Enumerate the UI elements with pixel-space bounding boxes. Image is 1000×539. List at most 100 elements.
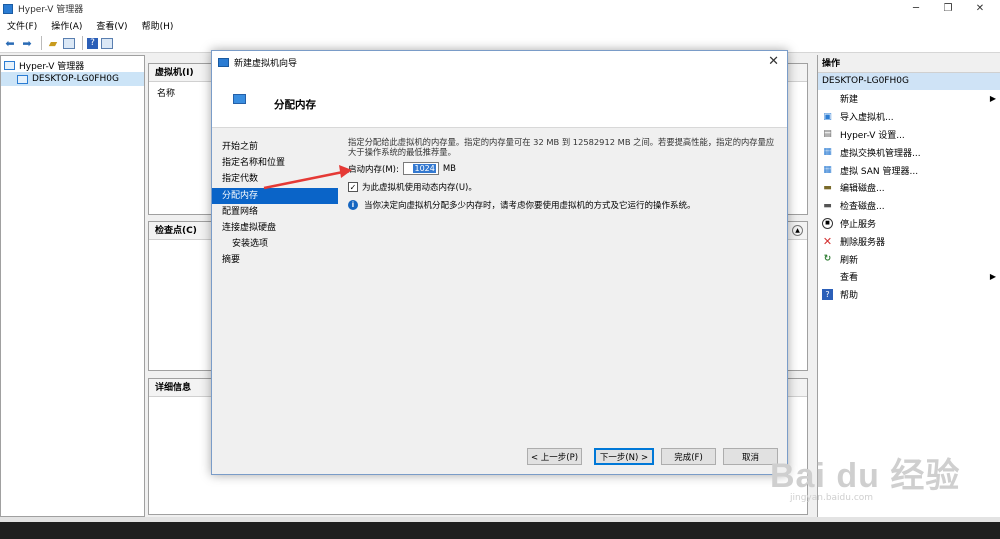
action-label: 查看: [840, 273, 859, 284]
startup-memory-input[interactable]: 1024: [402, 162, 439, 175]
info-icon: i: [348, 200, 358, 210]
watermark: Bai du 经验 jingyan.baidu.com: [770, 448, 960, 503]
stop-icon: ■: [822, 217, 833, 229]
toolbar-divider: [41, 36, 42, 50]
hyperv-manager-icon: [4, 60, 15, 70]
window-title: Hyper-V 管理器: [18, 5, 84, 15]
page-title: 分配内存: [274, 99, 316, 111]
action-label: 导入虚拟机...: [840, 113, 894, 124]
console-tree: Hyper-V 管理器 DESKTOP-LG0FH0G: [0, 55, 145, 517]
memory-description: 指定分配给此虚拟机的内存量。指定的内存量可在 32 MB 到 12582912 …: [348, 137, 775, 157]
menu-action[interactable]: 操作(A): [44, 19, 89, 32]
action-refresh[interactable]: ↻ 刷新: [818, 250, 1000, 268]
startup-memory-row: 启动内存(M): 1024 MB: [348, 162, 778, 175]
dynamic-memory-row: ✓ 为此虚拟机使用动态内存(U)。: [348, 181, 778, 193]
dialog-footer: < 上一步(P) 下一步(N) > 完成(F) 取消: [338, 433, 787, 475]
action-label: Hyper-V 设置...: [840, 130, 905, 141]
action-inspect-disk[interactable]: ▬ 检查磁盘...: [818, 197, 1000, 215]
status-bar: [0, 517, 1000, 522]
taskbar: [0, 517, 1000, 539]
step-summary[interactable]: 摘要: [212, 252, 338, 268]
step-virtual-disk[interactable]: 连接虚拟硬盘: [212, 220, 338, 236]
title-bar: Hyper-V 管理器 ─ ❐ ✕: [0, 0, 1000, 17]
tree-host-label: DESKTOP-LG0FH0G: [32, 74, 119, 84]
prev-button[interactable]: < 上一步(P): [527, 448, 582, 465]
edit-disk-icon: ▬: [823, 182, 832, 193]
action-view[interactable]: 查看 ▶: [818, 268, 1000, 286]
actions-host: DESKTOP-LG0FH0G: [818, 73, 1000, 90]
action-pane-icon[interactable]: [101, 37, 113, 49]
startup-memory-label: 启动内存(M):: [348, 164, 399, 175]
switch-icon: ▦: [823, 147, 832, 158]
minimize-button[interactable]: ─: [898, 0, 934, 17]
dialog-title: 新建虚拟机向导: [234, 58, 298, 69]
step-generation[interactable]: 指定代数: [212, 171, 338, 187]
next-button[interactable]: 下一步(N) >: [594, 448, 654, 465]
new-vm-wizard-dialog: 新建虚拟机向导 ✕ 分配内存 开始之前 指定名称和位置 指定代数 分配内存 配置…: [211, 50, 788, 475]
action-label: 编辑磁盘...: [840, 184, 885, 195]
wizard-steps: 开始之前 指定名称和位置 指定代数 分配内存 配置网络 连接虚拟硬盘 安装选项 …: [212, 128, 338, 474]
action-label: 删除服务器: [840, 237, 886, 248]
action-virtual-san-manager[interactable]: ▦ 虚拟 SAN 管理器...: [818, 161, 1000, 179]
action-remove-server[interactable]: ✕ 删除服务器: [818, 232, 1000, 250]
import-icon: ▣: [823, 111, 832, 122]
dialog-page-header: 分配内存: [212, 73, 787, 128]
server-icon: [17, 74, 28, 84]
submenu-arrow-icon: ▶: [989, 94, 996, 104]
action-stop-service[interactable]: ■ 停止服务: [818, 215, 1000, 233]
dynamic-memory-label: 为此虚拟机使用动态内存(U)。: [362, 183, 477, 193]
tree-root-label: Hyper-V 管理器: [19, 61, 85, 72]
forward-arrow-icon[interactable]: ➡: [20, 36, 34, 50]
step-before-you-begin[interactable]: 开始之前: [212, 139, 338, 155]
inspect-disk-icon: ▬: [823, 200, 832, 211]
watermark-brand: Bai du 经验: [770, 457, 961, 495]
step-assign-memory[interactable]: 分配内存: [212, 187, 338, 204]
actions-header: 操作: [818, 55, 1000, 73]
back-arrow-icon[interactable]: ⬅: [3, 36, 17, 50]
delete-icon: ✕: [822, 234, 833, 248]
menu-view[interactable]: 查看(V): [89, 19, 134, 32]
action-label: 帮助: [840, 291, 859, 302]
finish-button[interactable]: 完成(F): [661, 448, 716, 465]
action-new[interactable]: 新建 ▶: [818, 90, 1000, 108]
memory-info-row: i 当你决定向虚拟机分配多少内存时，请考虑你要使用虚拟机的方式及它运行的操作系统…: [348, 199, 778, 211]
dynamic-memory-checkbox[interactable]: ✓: [348, 182, 358, 192]
action-virtual-switch-manager[interactable]: ▦ 虚拟交换机管理器...: [818, 143, 1000, 161]
wizard-content: 指定分配给此虚拟机的内存量。指定的内存量可在 32 MB 到 12582912 …: [348, 137, 778, 211]
menu-file[interactable]: 文件(F): [0, 19, 44, 32]
action-label: 刷新: [840, 255, 859, 266]
startup-memory-value: 1024: [413, 164, 436, 173]
step-name-location[interactable]: 指定名称和位置: [212, 155, 338, 171]
step-network[interactable]: 配置网络: [212, 204, 338, 220]
menu-help[interactable]: 帮助(H): [135, 19, 181, 32]
toolbar-divider: [82, 36, 83, 50]
dialog-title-bar: 新建虚拟机向导 ✕: [212, 51, 787, 73]
action-help[interactable]: ? 帮助: [818, 286, 1000, 304]
tree-root[interactable]: Hyper-V 管理器: [1, 58, 144, 72]
settings-page-icon: ▤: [823, 129, 832, 140]
action-label: 新建: [840, 95, 859, 106]
action-hyperv-settings[interactable]: ▤ Hyper-V 设置...: [818, 126, 1000, 144]
close-button[interactable]: ✕: [962, 0, 998, 17]
help-icon[interactable]: ?: [87, 37, 98, 49]
help-icon: ?: [822, 289, 833, 301]
step-install-options[interactable]: 安装选项: [212, 236, 338, 252]
maximize-button[interactable]: ❐: [930, 0, 966, 17]
collapse-icon[interactable]: ▲: [792, 225, 803, 236]
folder-up-icon[interactable]: ▰: [46, 36, 60, 50]
close-icon[interactable]: ✕: [768, 54, 779, 69]
memory-icon: [233, 94, 246, 104]
tree-host[interactable]: DESKTOP-LG0FH0G: [1, 72, 144, 86]
refresh-icon: ↻: [823, 254, 832, 265]
action-label: 停止服务: [840, 219, 877, 230]
action-label: 检查磁盘...: [840, 202, 885, 213]
action-import-vm[interactable]: ▣ 导入虚拟机...: [818, 108, 1000, 126]
action-edit-disk[interactable]: ▬ 编辑磁盘...: [818, 179, 1000, 197]
menu-bar: 文件(F) 操作(A) 查看(V) 帮助(H): [0, 17, 1000, 34]
hyperv-app-icon: [3, 3, 13, 14]
action-label: 虚拟交换机管理器...: [840, 148, 921, 159]
wizard-icon: [218, 57, 229, 67]
console-tree-icon[interactable]: [63, 37, 75, 49]
action-label: 虚拟 SAN 管理器...: [840, 166, 919, 177]
san-icon: ▦: [823, 165, 832, 176]
